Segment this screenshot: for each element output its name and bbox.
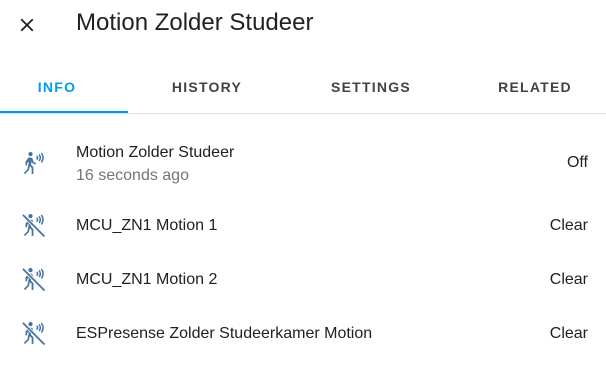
motion-sensor-off-icon [20,212,48,240]
tab-bar: INFO HISTORY SETTINGS RELATED [0,60,606,114]
entity-state: Off [566,154,588,171]
tab-history[interactable]: HISTORY [142,60,272,113]
entity-row-mcu-zn1-motion-1[interactable]: MCU_ZN1 Motion 1 Clear [0,204,606,248]
dialog-header: Motion Zolder Studeer [0,0,606,50]
entity-row-mcu-zn1-motion-2[interactable]: MCU_ZN1 Motion 2 Clear [0,258,606,302]
active-tab-indicator [0,111,128,113]
entity-last-changed: 16 seconds ago [76,167,189,184]
entity-name: Motion Zolder Studeer [76,144,235,161]
motion-sensor-off-icon [20,320,48,348]
entity-name: MCU_ZN1 Motion 1 [76,217,218,234]
close-icon [20,18,34,32]
entity-row-motion-zolder-studeer[interactable]: Motion Zolder Studeer 16 seconds ago Off [0,132,606,188]
entity-name: MCU_ZN1 Motion 2 [76,271,218,288]
motion-sensor-icon [20,150,48,178]
more-info-dialog: Motion Zolder Studeer INFO HISTORY SETTI… [0,0,606,372]
dialog-title: Motion Zolder Studeer [76,9,314,36]
close-button[interactable] [10,8,44,42]
entity-state: Clear [549,271,588,288]
entity-row-espresense-zolder-studeerkamer-motion[interactable]: ESPresense Zolder Studeerkamer Motion Cl… [0,312,606,356]
entity-state: Clear [549,325,588,342]
tab-related[interactable]: RELATED [470,60,600,113]
entity-state: Clear [549,217,588,234]
tab-info[interactable]: INFO [0,60,114,113]
tab-settings[interactable]: SETTINGS [306,60,436,113]
motion-sensor-off-icon [20,266,48,294]
entity-name: ESPresense Zolder Studeerkamer Motion [76,325,373,342]
